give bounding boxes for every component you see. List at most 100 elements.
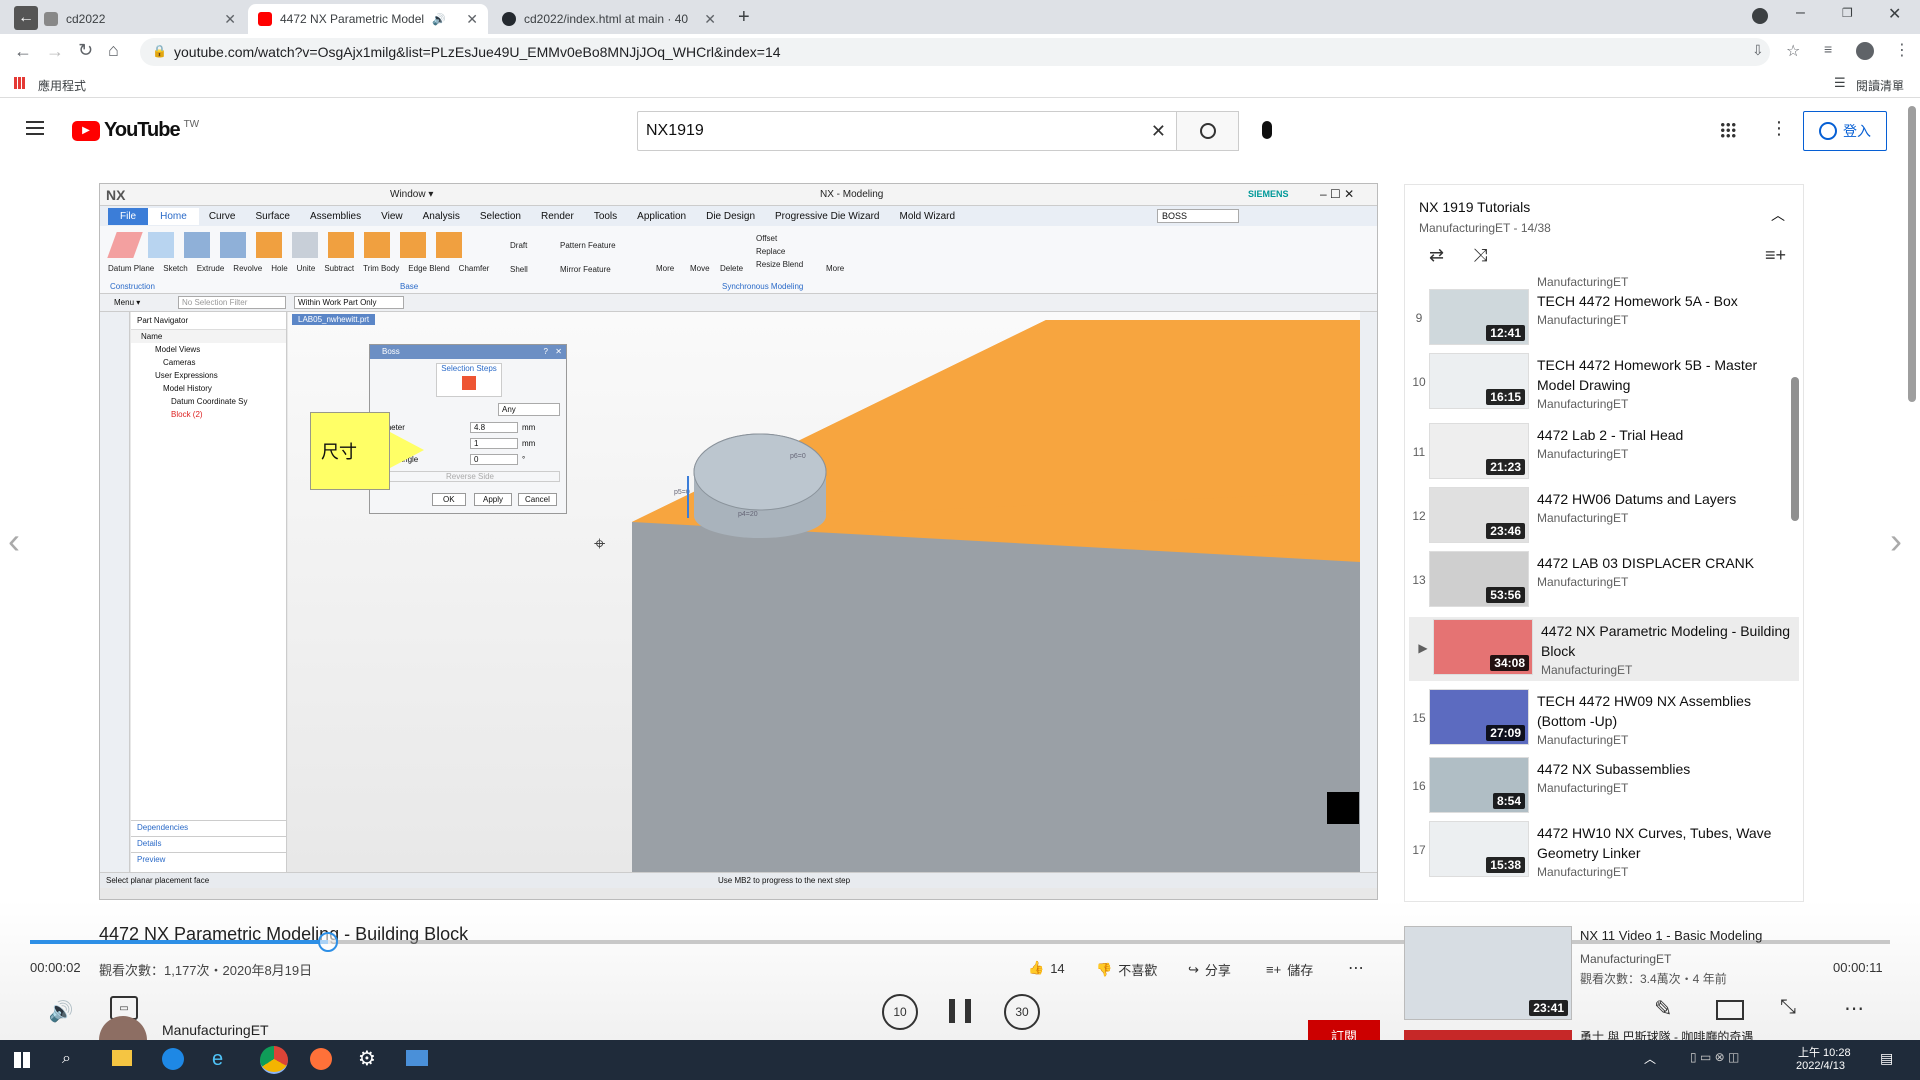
dislike-button[interactable]: 👎 不喜歡 bbox=[1096, 960, 1157, 979]
playlist-item[interactable]: 9 12:41 TECH 4472 Homework 5A - Box Manufac… bbox=[1405, 287, 1795, 351]
revolve-icon[interactable] bbox=[220, 232, 246, 258]
tray-up-icon[interactable]: ︿ bbox=[1644, 1050, 1656, 1067]
nx-tab-progressive-die[interactable]: Progressive Die Wizard bbox=[765, 208, 889, 225]
voice-search-icon[interactable] bbox=[1262, 121, 1272, 139]
chrome-menu-icon[interactable]: ⋮ bbox=[1894, 40, 1910, 60]
subscribe-button[interactable]: 訂閱 bbox=[1308, 1020, 1380, 1040]
playlist-item-title[interactable]: TECH 4472 HW09 NX Assemblies (Bottom -Up… bbox=[1537, 691, 1787, 731]
resize-blend-tool[interactable]: Resize Blend bbox=[756, 258, 803, 271]
nx-tab-render[interactable]: Render bbox=[531, 208, 584, 225]
nx-scope-select[interactable]: Within Work Part Only bbox=[294, 296, 404, 309]
extrude-icon[interactable] bbox=[184, 232, 210, 258]
annotate-pen-icon[interactable]: ✎ bbox=[1654, 996, 1672, 1022]
datum-plane-icon[interactable] bbox=[107, 232, 143, 258]
new-tab-button[interactable]: + bbox=[738, 6, 750, 29]
mirror-feature-tool[interactable]: Mirror Feature bbox=[560, 258, 611, 282]
clear-search-icon[interactable]: ✕ bbox=[1151, 121, 1166, 142]
tab-search-icon[interactable] bbox=[1752, 8, 1768, 24]
playlist-item-title[interactable]: 4472 HW10 NX Curves, Tubes, Wave Geometr… bbox=[1537, 823, 1787, 863]
maximize-button[interactable]: ❐ bbox=[1842, 6, 1853, 20]
shuffle-icon[interactable]: ⤨ bbox=[1473, 245, 1487, 266]
ok-button[interactable]: OK bbox=[432, 493, 466, 506]
playlist-item[interactable]: ▶ 34:08 4472 NX Parametric Modeling - Buil… bbox=[1409, 617, 1799, 681]
next-recommended-title[interactable]: 勇士 與 巴斯球隊 - 咖啡廳的奇遇 bbox=[1580, 1028, 1880, 1040]
notifications-icon[interactable]: ▤ bbox=[1880, 1050, 1893, 1067]
height-input[interactable]: 1 bbox=[470, 438, 518, 449]
firefox-icon[interactable] bbox=[310, 1048, 332, 1070]
settings-gear-icon[interactable]: ⚙ bbox=[358, 1046, 376, 1071]
nx-tab-surface[interactable]: Surface bbox=[246, 208, 300, 225]
cancel-button[interactable]: Cancel bbox=[518, 493, 557, 506]
offset-tool[interactable]: Offset bbox=[756, 232, 803, 245]
playlist-item-title[interactable]: 4472 LAB 03 DISPLACER CRANK bbox=[1537, 553, 1787, 573]
prev-arrow-icon[interactable]: ‹ bbox=[8, 520, 20, 562]
sign-in-button[interactable]: 登入 bbox=[1803, 111, 1887, 151]
apps-link[interactable]: 應用程式 bbox=[38, 77, 86, 94]
nx-selection-filter[interactable]: No Selection Filter bbox=[178, 296, 286, 309]
nx-tab-analysis[interactable]: Analysis bbox=[413, 208, 470, 225]
playlist-item[interactable]: 17 15:38 4472 HW10 NX Curves, Tubes, Wave … bbox=[1405, 819, 1795, 883]
save-playlist-icon[interactable]: ≡+ bbox=[1765, 245, 1786, 266]
like-button[interactable]: 👍 14 bbox=[1028, 960, 1065, 976]
forward-icon[interactable]: → bbox=[46, 41, 64, 62]
settings-menu-icon[interactable]: ⋮ bbox=[1770, 118, 1788, 139]
back-icon[interactable]: ← bbox=[14, 41, 32, 62]
nx-more-2[interactable]: More bbox=[826, 264, 844, 273]
nav-item-cameras[interactable]: Cameras bbox=[131, 356, 286, 369]
loop-icon[interactable]: ⇄ bbox=[1429, 245, 1444, 266]
search-input[interactable]: NX1919 ✕ bbox=[637, 111, 1177, 151]
taskbar-search-icon[interactable]: ⌕ bbox=[62, 1050, 71, 1068]
playlist-item-title[interactable]: 4472 HW06 Datums and Layers bbox=[1537, 489, 1787, 509]
close-window-button[interactable]: ✕ bbox=[1888, 4, 1901, 24]
playlist-scrollbar[interactable] bbox=[1791, 377, 1799, 521]
nx-file-tab[interactable]: File bbox=[108, 207, 149, 225]
share-button[interactable]: ↪ 分享 bbox=[1188, 960, 1231, 979]
playlist-item-title[interactable]: 4472 NX Subassemblies bbox=[1537, 759, 1787, 779]
hamburger-menu-icon[interactable] bbox=[26, 121, 44, 135]
url-field[interactable]: 🔒 youtube.com/watch?v=OsgAjx1milg&list=P… bbox=[140, 38, 1770, 66]
playlist-item-thumbnail[interactable]: 27:09 bbox=[1429, 689, 1529, 745]
bookmark-star-icon[interactable]: ☆ bbox=[1786, 41, 1800, 61]
playlist-item-thumbnail[interactable]: 23:46 bbox=[1429, 487, 1529, 543]
rewind-10-button[interactable]: 10 bbox=[882, 994, 918, 1030]
nx-tab-mold-wizard[interactable]: Mold Wizard bbox=[890, 208, 966, 225]
channel-name[interactable]: ManufacturingET bbox=[162, 1022, 269, 1038]
nx-tab-assemblies[interactable]: Assemblies bbox=[300, 208, 371, 225]
apply-button[interactable]: Apply bbox=[474, 493, 513, 506]
nx-menu-button[interactable]: Menu ▾ bbox=[114, 298, 140, 307]
windows-start-icon[interactable] bbox=[14, 1052, 30, 1068]
sketch-icon[interactable] bbox=[148, 232, 174, 258]
nx-tab-selection[interactable]: Selection bbox=[470, 208, 531, 225]
collapse-playlist-icon[interactable]: ︿ bbox=[1771, 205, 1785, 225]
playlist-item-thumbnail[interactable]: 15:38 bbox=[1429, 821, 1529, 877]
edge-icon[interactable] bbox=[162, 1048, 184, 1070]
tab-cd2022[interactable]: cd2022 ✕ bbox=[34, 4, 246, 34]
nav-panel-details[interactable]: Details bbox=[131, 836, 286, 850]
hole-icon[interactable] bbox=[256, 232, 282, 258]
nx-window-menu[interactable]: Window ▾ bbox=[390, 189, 433, 200]
close-tab-icon[interactable]: ✕ bbox=[466, 11, 478, 28]
playlist-item[interactable]: 13 53:56 4472 LAB 03 DISPLACER CRANK Manufa… bbox=[1405, 549, 1795, 613]
nx-delete[interactable]: Delete bbox=[720, 264, 743, 273]
home-icon[interactable]: ⌂ bbox=[108, 40, 119, 61]
shell-tool[interactable]: Shell bbox=[510, 258, 528, 282]
profile-icon[interactable] bbox=[1856, 42, 1874, 60]
nav-item-block[interactable]: Block (2) bbox=[131, 408, 286, 421]
draft-tool[interactable]: Draft bbox=[510, 234, 527, 258]
clock-date[interactable]: 2022/4/13 bbox=[1796, 1060, 1845, 1072]
nav-item-model-history[interactable]: Model History bbox=[131, 382, 286, 395]
recommended-title[interactable]: NX 11 Video 1 - Basic Modeling bbox=[1580, 928, 1762, 943]
playlist-item-title[interactable]: TECH 4472 Homework 5A - Box bbox=[1537, 291, 1787, 311]
install-icon[interactable]: ⇩ bbox=[1752, 42, 1764, 59]
playlist-item-title[interactable]: TECH 4472 Homework 5B - Master Model Dra… bbox=[1537, 355, 1787, 395]
volume-icon[interactable]: 🔊 bbox=[46, 996, 76, 1026]
diameter-input[interactable]: 4.8 bbox=[470, 422, 518, 433]
playlist-item-title[interactable]: 4472 Lab 2 - Trial Head bbox=[1537, 425, 1787, 445]
page-scrollbar[interactable] bbox=[1908, 106, 1916, 402]
taper-angle-unit[interactable]: ° bbox=[522, 455, 525, 464]
playlist-item-thumbnail[interactable]: 53:56 bbox=[1429, 551, 1529, 607]
nx-tab-tools[interactable]: Tools bbox=[584, 208, 627, 225]
placement-face-step-icon[interactable] bbox=[462, 376, 476, 390]
nx-more-1[interactable]: More bbox=[656, 264, 674, 273]
edge-blend-icon[interactable] bbox=[400, 232, 426, 258]
